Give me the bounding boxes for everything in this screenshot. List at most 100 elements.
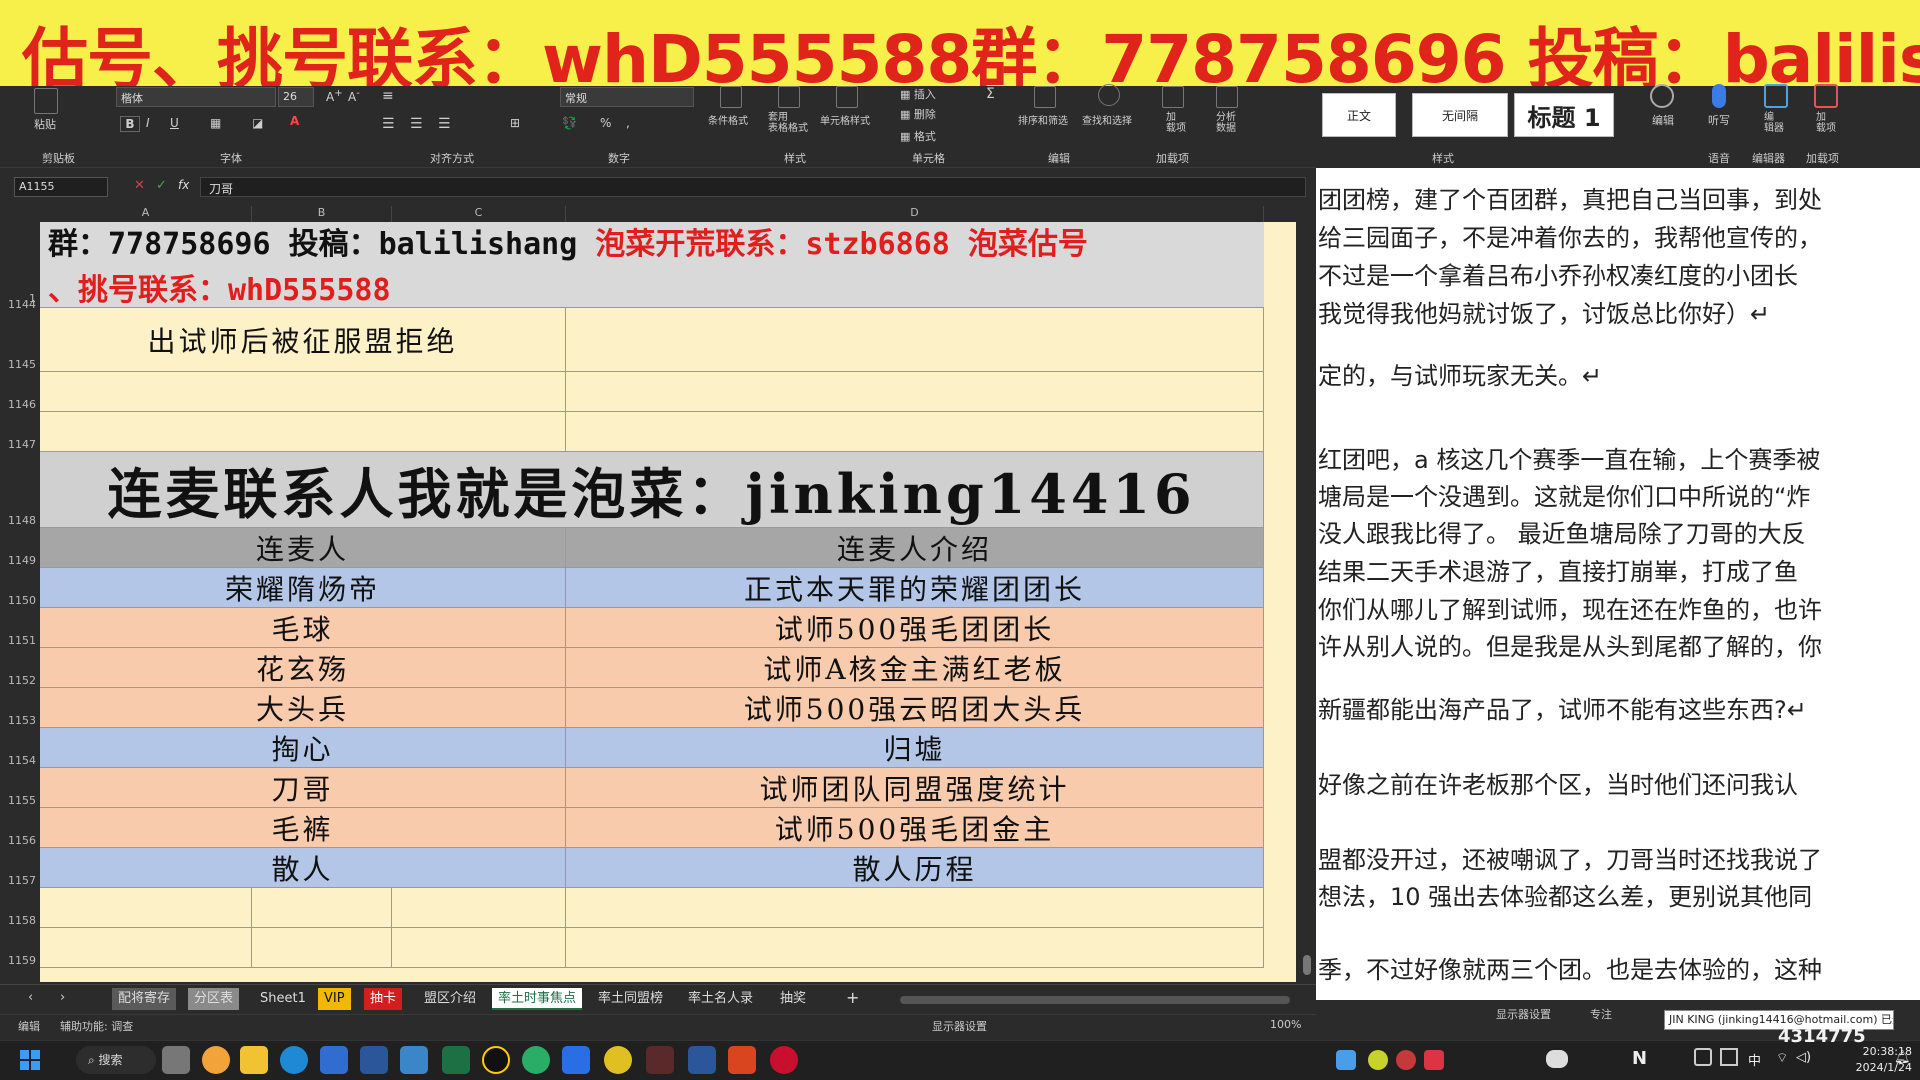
sheet-row[interactable]: 大头兵 试师500强云昭团大头兵 — [40, 688, 1264, 728]
insert-cells-button[interactable]: ▦ 插入 — [900, 86, 936, 102]
delete-cells-button[interactable]: ▦ 删除 — [900, 106, 936, 122]
word-status-display[interactable]: 显示器设置 — [1496, 1006, 1551, 1022]
row-number[interactable]: 1148 — [0, 514, 38, 527]
sheet-row[interactable]: 连麦人 连麦人介绍 — [40, 528, 1264, 568]
analyze-data-icon[interactable] — [1216, 86, 1238, 108]
merge-cells-icon[interactable]: ⊞ — [510, 116, 520, 130]
status-accessibility[interactable]: 辅助功能: 调查 — [60, 1018, 133, 1034]
sheet-tab[interactable]: Sheet1 — [254, 988, 312, 1010]
sheet-tab[interactable]: 抽卡 — [364, 988, 403, 1010]
horizontal-scrollbar[interactable] — [900, 996, 1290, 1004]
notification-bell-icon[interactable]: 🔔︎ — [1894, 1050, 1911, 1065]
cell-d[interactable]: 试师500强云昭团大头兵 — [566, 688, 1264, 727]
bold-button[interactable]: B — [120, 116, 140, 132]
cell-a[interactable]: 刀哥 — [40, 768, 566, 807]
sheet-tab[interactable]: 分区表 — [188, 988, 240, 1010]
font-shrink-icon[interactable]: A- — [348, 88, 360, 104]
cell-d[interactable]: 归墟 — [566, 728, 1264, 767]
comma-icon[interactable]: , — [626, 116, 630, 130]
cell-a[interactable] — [40, 412, 566, 451]
tray-app2-icon[interactable] — [1368, 1050, 1388, 1070]
keyboard-icon[interactable] — [1720, 1048, 1738, 1066]
sheet-tab[interactable]: 配将寄存 — [112, 988, 177, 1010]
cell-d[interactable]: 正式本天罪的荣耀团团长 — [566, 568, 1264, 607]
sheet-row[interactable]: 荣耀隋炀帝 正式本天罪的荣耀团团长 — [40, 568, 1264, 608]
file-explorer-icon[interactable] — [240, 1046, 268, 1074]
cell-b[interactable] — [252, 928, 392, 967]
style-normal[interactable]: 正文 — [1322, 93, 1396, 137]
cell-d[interactable] — [566, 308, 1264, 371]
column-header-d[interactable]: D — [566, 206, 1264, 222]
wechat-icon[interactable] — [522, 1046, 550, 1074]
edit-search-icon[interactable] — [1650, 84, 1674, 108]
row-number[interactable]: 1150 — [0, 594, 38, 607]
percent-icon[interactable]: % — [600, 116, 611, 130]
task-view-icon[interactable] — [162, 1046, 190, 1074]
tray-app-icon[interactable] — [1336, 1050, 1356, 1070]
paste-icon[interactable] — [34, 88, 58, 114]
sheet-row[interactable]: 毛球 试师500强毛团团长 — [40, 608, 1264, 648]
autosum-icon[interactable]: Σ — [986, 86, 995, 102]
frozen-row[interactable]: 群：778758696 投稿：balilishang 泡菜开荒联系：stzb68… — [40, 222, 1264, 308]
vertical-scrollbar[interactable] — [1300, 206, 1316, 982]
cell-b[interactable] — [252, 888, 392, 927]
row-number[interactable]: 1159 — [0, 954, 38, 967]
notion-icon[interactable]: N — [1632, 1048, 1647, 1069]
underline-button[interactable]: U — [170, 116, 179, 130]
confirm-icon[interactable]: ✓ — [156, 178, 167, 193]
sheet-row[interactable]: 花玄殇 试师A核金主满红老板 — [40, 648, 1264, 688]
app-yellow-icon[interactable] — [604, 1046, 632, 1074]
ime-indicator[interactable]: 中 — [1748, 1050, 1761, 1069]
editor-pen-icon[interactable] — [1764, 84, 1788, 108]
wifi-icon[interactable]: ⌔ — [1776, 1050, 1788, 1066]
cell-a[interactable] — [40, 928, 252, 967]
cell-a[interactable]: 散人 — [40, 848, 566, 887]
cell-c[interactable] — [392, 928, 566, 967]
font-color-icon[interactable]: A — [290, 114, 299, 128]
row-number[interactable]: 1146 — [0, 398, 38, 411]
qq-icon[interactable] — [482, 1046, 510, 1074]
row-number[interactable]: 1155 — [0, 794, 38, 807]
cloud-icon[interactable] — [1546, 1050, 1568, 1068]
cell-d[interactable] — [566, 888, 1264, 927]
meeting-icon[interactable] — [562, 1046, 590, 1074]
sheet-row[interactable] — [40, 372, 1264, 412]
row-number[interactable]: 1144 — [0, 298, 38, 311]
tab-scroll-right-icon[interactable]: › — [60, 990, 65, 1005]
row-number[interactable]: 1153 — [0, 714, 38, 727]
find-select-icon[interactable] — [1098, 84, 1120, 106]
cell-a[interactable]: 大头兵 — [40, 688, 566, 727]
sheet-row[interactable]: 毛裤 试师500强毛团金主 — [40, 808, 1264, 848]
volume-icon[interactable]: ◁) — [1796, 1050, 1811, 1065]
excel-taskbar-icon[interactable] — [442, 1046, 470, 1074]
format-cells-button[interactable]: ▦ 格式 — [900, 128, 936, 144]
italic-button[interactable]: I — [146, 116, 150, 130]
align-top-icon[interactable]: ≡ — [382, 88, 394, 104]
status-zoom[interactable]: 100% — [1270, 1018, 1301, 1031]
windows-start-icon[interactable] — [20, 1050, 40, 1070]
tray-app3-icon[interactable] — [1396, 1050, 1416, 1070]
cell-a[interactable]: 荣耀隋炀帝 — [40, 568, 566, 607]
formula-input[interactable]: 刀哥 — [200, 177, 1306, 197]
align-left-icon[interactable]: ☰ — [382, 116, 395, 132]
sheet-row[interactable] — [40, 412, 1264, 452]
conditional-format-icon[interactable] — [720, 86, 742, 108]
sheet-tab[interactable]: VIP — [318, 988, 351, 1010]
addins-icon[interactable] — [1162, 86, 1184, 108]
sort-filter-icon[interactable] — [1034, 86, 1056, 108]
row-number[interactable]: 1147 — [0, 438, 38, 451]
cell-d[interactable] — [566, 928, 1264, 967]
style-no-spacing[interactable]: 无间隔 — [1412, 93, 1508, 137]
cell-c[interactable] — [392, 888, 566, 927]
sheet-tab[interactable]: 抽奖 — [774, 988, 812, 1010]
cell-a[interactable] — [40, 888, 252, 927]
name-box[interactable]: A1155 — [14, 177, 108, 197]
sheet-tab[interactable]: 率土名人录 — [682, 988, 759, 1010]
border-icon[interactable]: ▦ — [210, 116, 221, 130]
cell-a[interactable]: 毛球 — [40, 608, 566, 647]
word-addins-icon[interactable] — [1814, 84, 1838, 108]
cell-d[interactable]: 连麦人介绍 — [566, 528, 1264, 567]
row-number[interactable]: 1149 — [0, 554, 38, 567]
row-number[interactable]: 1151 — [0, 634, 38, 647]
sheet-row[interactable]: 连麦联系人我就是泡菜：jinking14416 — [40, 452, 1264, 528]
